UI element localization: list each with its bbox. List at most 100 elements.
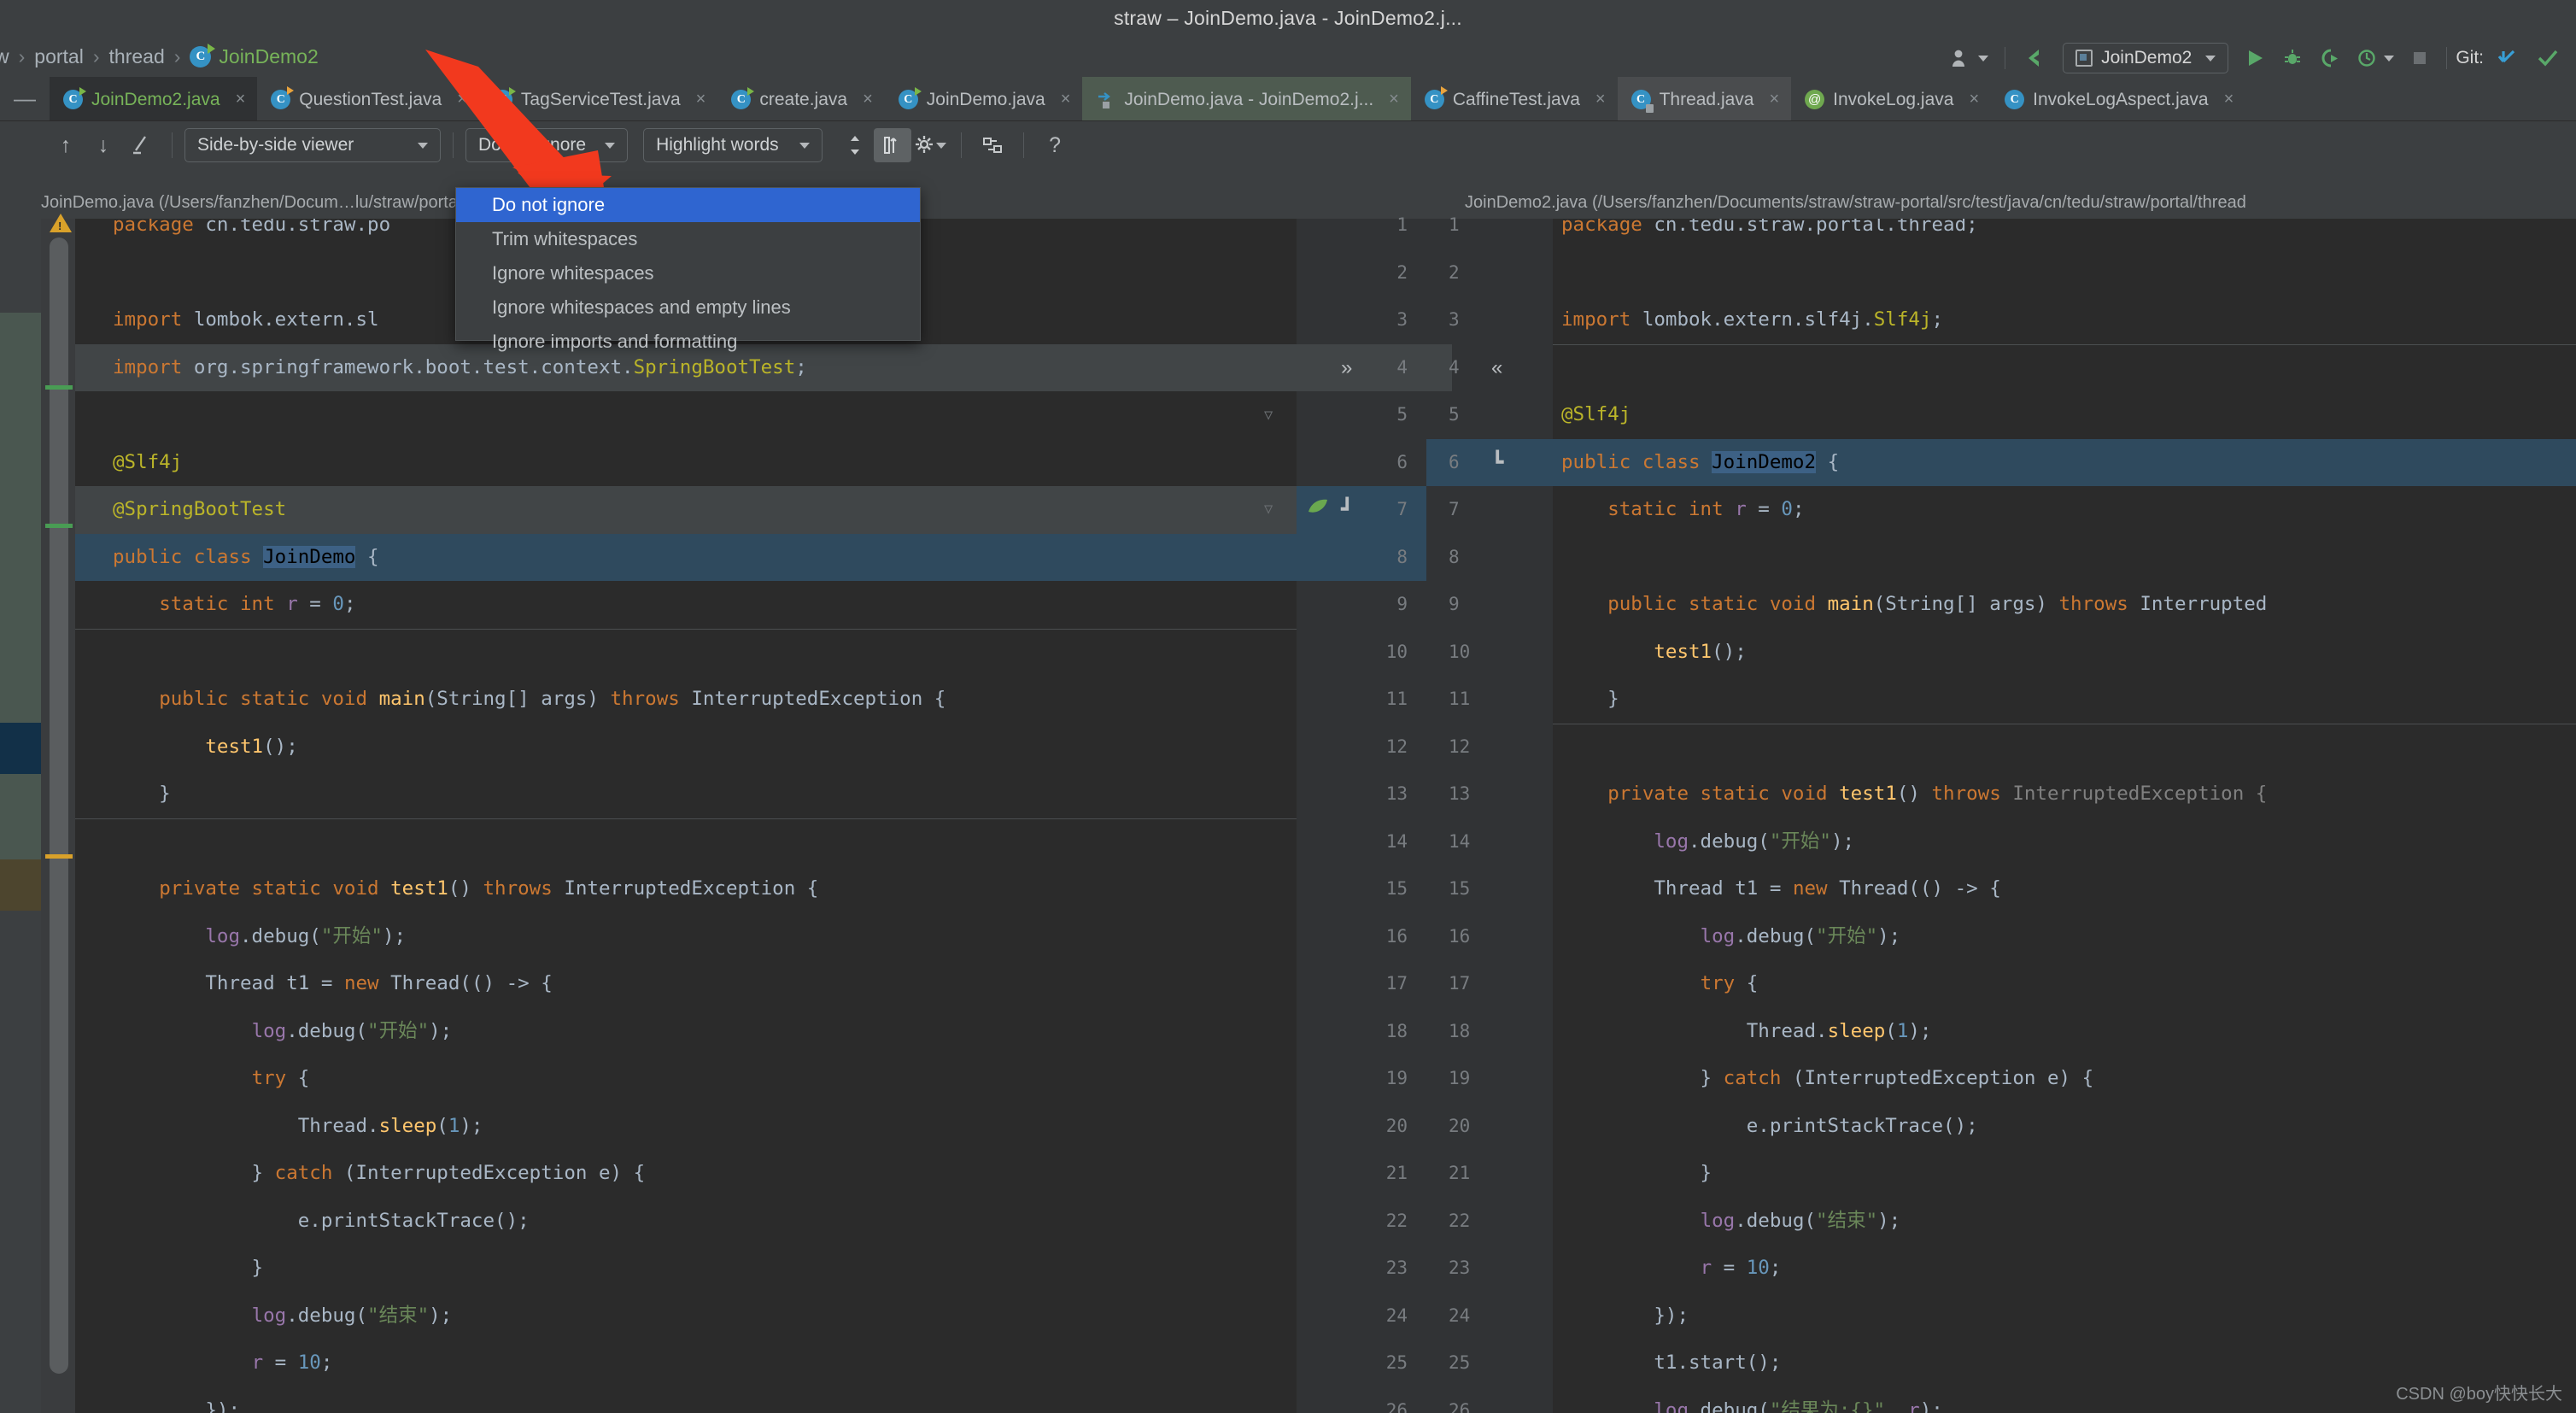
git-update-project-icon[interactable]: [2489, 41, 2528, 75]
close-icon[interactable]: ×: [2224, 90, 2234, 109]
code-token: main: [1827, 593, 1874, 615]
code-token: ();: [1712, 640, 1747, 663]
tab-label: CaffineTest.java: [1452, 89, 1580, 109]
tab-invokelogaspect-java[interactable]: InvokeLogAspect.java ×: [1991, 77, 2245, 120]
stop-button[interactable]: [2402, 41, 2438, 75]
code-token: Thread.: [113, 1114, 379, 1137]
code-token: );: [382, 924, 407, 947]
menu-item-ignore-whitespaces[interactable]: Ignore whitespaces: [456, 256, 920, 290]
tab-joindemo2-java[interactable]: JoinDemo2.java ×: [50, 77, 258, 120]
tab-diff-joindemo-joindemo2[interactable]: JoinDemo.java - JoinDemo2.j... ×: [1082, 77, 1411, 120]
compare-icon[interactable]: [974, 128, 1011, 162]
breadcrumb-item-0[interactable]: w: [0, 45, 9, 68]
gutter-line-number-right: 1: [1449, 214, 1460, 235]
viewer-mode-combo[interactable]: Side-by-side viewer: [184, 128, 441, 162]
close-icon[interactable]: ×: [1769, 90, 1779, 109]
scrollbar-thumb[interactable]: [50, 237, 68, 1374]
tab-joindemo-java[interactable]: JoinDemo.java ×: [885, 77, 1083, 120]
breadcrumb-class-name[interactable]: JoinDemo2: [219, 45, 318, 68]
close-icon[interactable]: ×: [457, 90, 467, 109]
menu-item-ignore-imports-formatting[interactable]: Ignore imports and formatting: [456, 325, 920, 359]
close-icon[interactable]: ×: [1595, 90, 1606, 109]
code-token: (InterruptedException e) {: [332, 1162, 646, 1184]
next-difference-icon[interactable]: ↓: [85, 128, 122, 162]
run-configuration-selector[interactable]: JoinDemo2: [2055, 41, 2236, 75]
code-line: public static void main(String[] args) t…: [1553, 581, 2576, 629]
code-token: JoinDemo2: [1712, 450, 1817, 473]
fold-marker[interactable]: ▽: [1264, 407, 1273, 424]
vcs-update-icon[interactable]: [2014, 41, 2055, 75]
gear-icon[interactable]: [911, 128, 949, 162]
tab-label: InvokeLogAspect.java: [2033, 89, 2209, 109]
code-token: });: [113, 1398, 241, 1413]
tab-questiontest-java[interactable]: QuestionTest.java ×: [257, 77, 479, 120]
code-token: ;: [320, 1351, 333, 1374]
debug-button[interactable]: [2274, 41, 2311, 75]
tab-thread-java[interactable]: Thread.java ×: [1617, 77, 1792, 120]
code-token: static int: [1607, 498, 1736, 520]
accept-left-icon[interactable]: »: [1341, 344, 1352, 392]
git-commit-icon[interactable]: [2528, 41, 2567, 75]
breadcrumb-item-1[interactable]: portal: [34, 45, 84, 68]
align-columns-icon[interactable]: [874, 128, 912, 162]
menu-item-trim-whitespaces[interactable]: Trim whitespaces: [456, 222, 920, 256]
run-button[interactable]: [2236, 41, 2274, 75]
chevron-down-icon: [799, 142, 811, 149]
close-icon[interactable]: ×: [863, 90, 873, 109]
menu-item-ignore-whitespaces-empty-lines[interactable]: Ignore whitespaces and empty lines: [456, 290, 920, 325]
accept-right-icon[interactable]: «: [1491, 344, 1502, 392]
run-with-coverage-button[interactable]: [2311, 41, 2349, 75]
close-icon[interactable]: ×: [696, 90, 706, 109]
code-token: log: [251, 1304, 287, 1327]
code-token: }: [1561, 688, 1619, 710]
code-line: r = 10;: [1553, 1245, 2576, 1293]
help-icon[interactable]: ?: [1036, 128, 1074, 162]
highlight-mode-label: Highlight words: [656, 135, 779, 155]
close-icon[interactable]: ×: [1389, 90, 1399, 109]
close-icon[interactable]: ×: [1061, 90, 1071, 109]
code-token: (): [448, 877, 483, 900]
tab-invokelog-java[interactable]: InvokeLog.java ×: [1791, 77, 1991, 120]
code-line: }: [1553, 1150, 2576, 1198]
profiler-button[interactable]: [2349, 41, 2402, 75]
close-icon[interactable]: ×: [236, 90, 246, 109]
code-token: Thread(() -> {: [1827, 877, 2001, 900]
previous-difference-icon[interactable]: ↑: [47, 128, 85, 162]
highlight-mode-combo[interactable]: Highlight words: [643, 128, 823, 162]
tab-create-java[interactable]: create.java ×: [717, 77, 884, 120]
editor-scrollbar[interactable]: [41, 214, 75, 1413]
user-account-icon[interactable]: [1943, 41, 1996, 75]
ignore-mode-dropdown[interactable]: Do not ignore Trim whitespaces Ignore wh…: [455, 187, 921, 352]
ignore-mode-combo[interactable]: Do not ignore: [465, 128, 629, 162]
gutter-line-number-left: 16: [1385, 925, 1408, 947]
code-line: });: [1553, 1293, 2576, 1340]
gutter-line-number-left: 3: [1396, 309, 1408, 330]
collapse-icon[interactable]: —: [0, 77, 50, 120]
gutter-line-number-right: 18: [1449, 1020, 1471, 1041]
tab-tagservicetest-java[interactable]: TagServiceTest.java ×: [479, 77, 717, 120]
java-class-run-icon: [271, 86, 295, 109]
gutter-line-number-left: 14: [1385, 830, 1408, 852]
right-code-pane[interactable]: package cn.tedu.straw.portal.thread; impo…: [1553, 219, 2576, 1413]
collapse-unchanged-icon[interactable]: [836, 128, 874, 162]
breadcrumb-separator: ›: [92, 44, 100, 67]
fold-marker[interactable]: ▽: [1264, 501, 1273, 518]
code-token: .debug(: [240, 924, 321, 947]
left-code-pane[interactable]: package cn.tedu.straw.po import lombok.ex…: [75, 219, 1297, 1413]
java-class-icon: [190, 43, 216, 67]
code-token: );: [1919, 1398, 1943, 1413]
tab-caffinetest-java[interactable]: CaffineTest.java ×: [1411, 77, 1618, 120]
close-icon[interactable]: ×: [1969, 90, 1979, 109]
edit-source-icon[interactable]: [122, 128, 160, 162]
code-token: catch: [274, 1162, 333, 1184]
menu-item-do-not-ignore[interactable]: Do not ignore: [456, 188, 920, 222]
tab-label: JoinDemo.java: [926, 89, 1045, 109]
gutter-line-number-left: 1: [1396, 214, 1408, 235]
breadcrumb-item-2[interactable]: thread: [109, 45, 165, 68]
gutter-line-number-left: 25: [1385, 1352, 1408, 1373]
code-token: lombok.extern.slf4j.: [1630, 308, 1874, 331]
code-token: r: [1908, 1398, 1920, 1413]
code-token: (String[] args): [1873, 593, 2059, 615]
code-line: Thread t1 = new Thread(() -> {: [1553, 865, 2576, 913]
